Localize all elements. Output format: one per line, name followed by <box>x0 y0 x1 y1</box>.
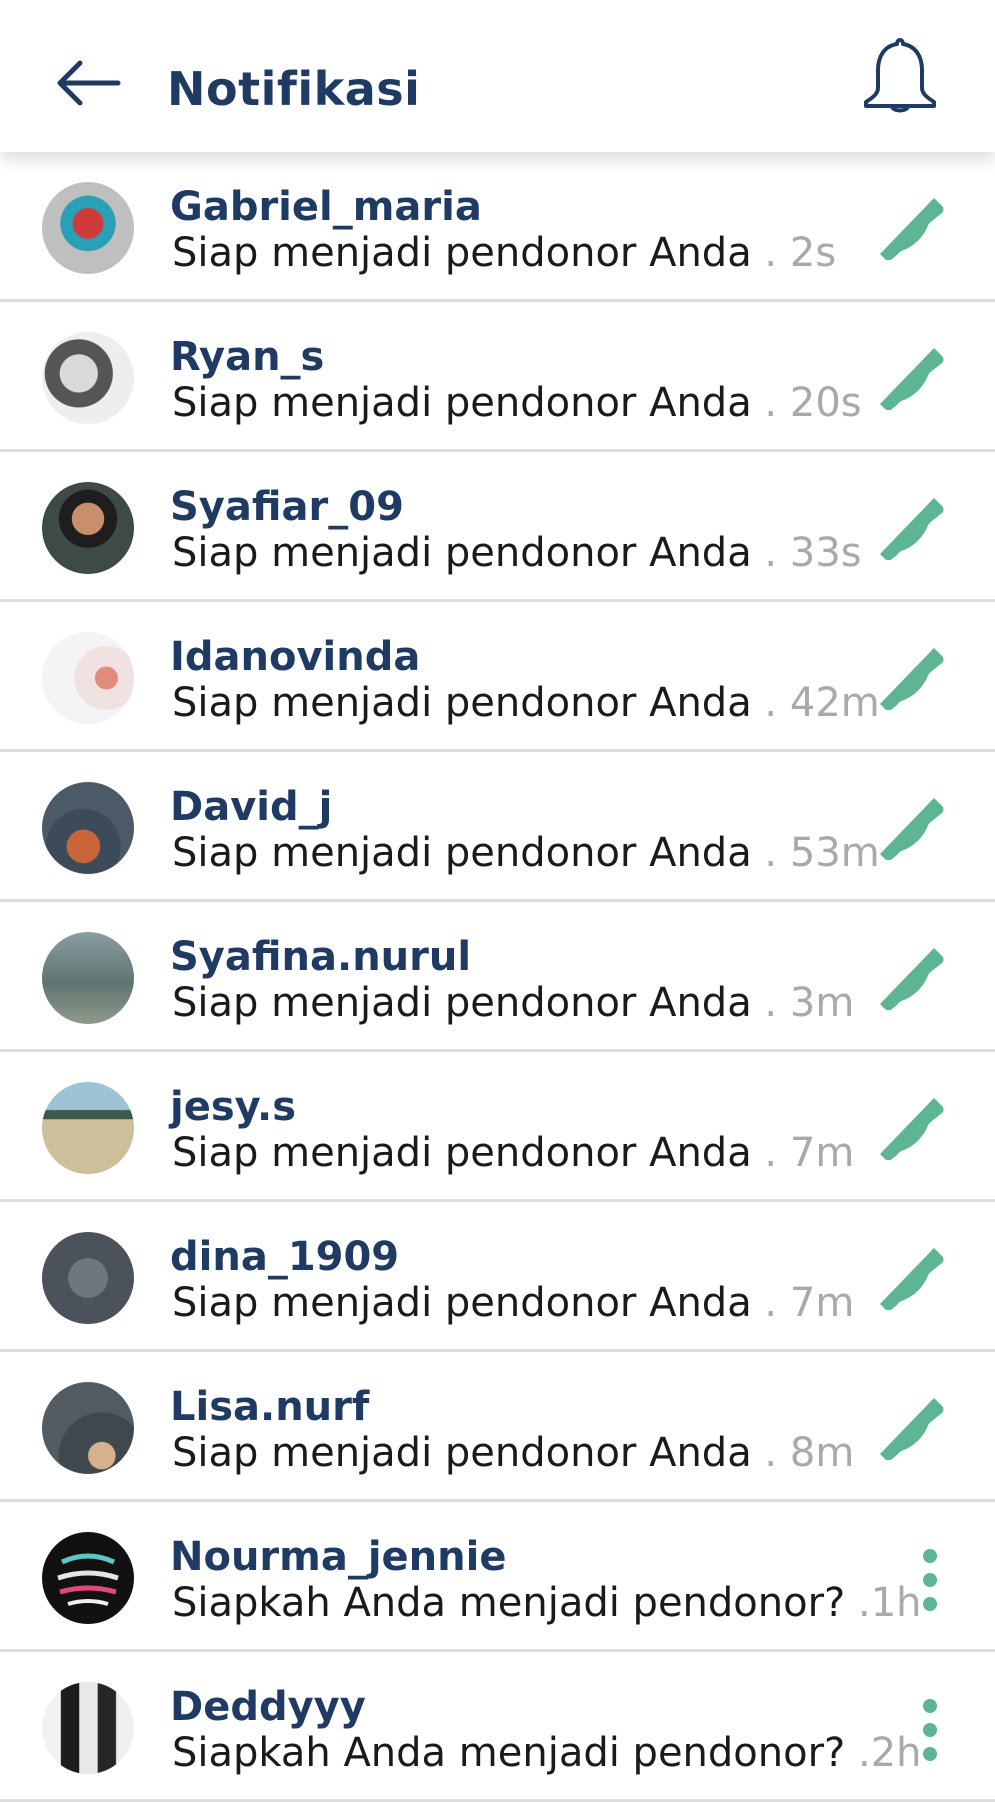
notification-message: Siap menjadi pendonor Anda . 7m <box>172 1130 855 1176</box>
notification-message: Siapkah Anda menjadi pendonor? .2h <box>172 1730 922 1776</box>
avatar <box>42 932 134 1024</box>
phone-icon <box>880 648 944 711</box>
call-button[interactable] <box>878 644 944 711</box>
notification-list: Gabriel_maria Siap menjadi pendonor Anda… <box>0 152 995 1802</box>
sender-name: Idanovinda <box>170 634 421 680</box>
avatar <box>42 332 134 424</box>
avatar <box>42 1532 134 1624</box>
avatar <box>42 632 134 724</box>
sender-name: Gabriel_maria <box>170 184 482 230</box>
phone-icon <box>880 798 944 861</box>
more-options-button[interactable] <box>910 1696 950 1768</box>
phone-icon <box>880 1098 944 1161</box>
timestamp: . 42m <box>751 680 880 726</box>
more-vertical-icon <box>923 1549 937 1611</box>
sender-name: dina_1909 <box>170 1234 400 1280</box>
phone-icon <box>880 498 944 561</box>
avatar <box>42 782 134 874</box>
notification-message: Siap menjadi pendonor Anda . 7m <box>172 1280 855 1326</box>
notification-message: Siap menjadi pendonor Anda . 33s <box>172 530 862 576</box>
notification-bell-button[interactable] <box>862 36 938 114</box>
notification-item[interactable]: jesy.s Siap menjadi pendonor Anda . 7m <box>0 1052 995 1202</box>
notification-item[interactable]: Deddyyy Siapkah Anda menjadi pendonor? .… <box>0 1652 995 1802</box>
notification-message: Siap menjadi pendonor Anda . 42m <box>172 680 880 726</box>
more-vertical-icon <box>923 1699 937 1761</box>
call-button[interactable] <box>878 1094 944 1161</box>
notification-item[interactable]: David_j Siap menjadi pendonor Anda . 53m <box>0 752 995 902</box>
phone-icon <box>880 1398 944 1461</box>
notification-message: Siap menjadi pendonor Anda . 2s <box>172 230 837 276</box>
notification-item[interactable]: Idanovinda Siap menjadi pendonor Anda . … <box>0 602 995 752</box>
notification-message: Siap menjadi pendonor Anda . 20s <box>172 380 862 426</box>
notification-item[interactable]: Gabriel_maria Siap menjadi pendonor Anda… <box>0 152 995 302</box>
call-button[interactable] <box>878 344 944 411</box>
phone-icon <box>880 348 944 411</box>
avatar-artwork <box>57 1553 119 1606</box>
timestamp: . 3m <box>751 980 855 1026</box>
timestamp: . 7m <box>751 1130 855 1176</box>
avatar <box>42 1232 134 1324</box>
avatar <box>42 1082 134 1174</box>
avatar <box>42 1382 134 1474</box>
notification-message: Siap menjadi pendonor Anda . 53m <box>172 830 880 876</box>
phone-icon <box>880 948 944 1011</box>
sender-name: Syafina.nurul <box>170 934 472 980</box>
call-button[interactable] <box>878 944 944 1011</box>
timestamp: . 20s <box>751 380 862 426</box>
sender-name: Nourma_jennie <box>170 1534 507 1580</box>
sender-name: Syafiar_09 <box>170 484 404 530</box>
sender-name: Deddyyy <box>170 1684 366 1730</box>
page-title: Notifikasi <box>167 62 421 116</box>
notification-item[interactable]: Nourma_jennie Siapkah Anda menjadi pendo… <box>0 1502 995 1652</box>
avatar <box>42 482 134 574</box>
timestamp: . 7m <box>751 1280 855 1326</box>
avatar <box>42 182 134 274</box>
timestamp: . 53m <box>751 830 880 876</box>
call-button[interactable] <box>878 494 944 561</box>
sender-name: David_j <box>170 784 333 830</box>
notifications-screen: Notifikasi Gabriel_maria Siap menjadi pe… <box>0 0 995 1802</box>
timestamp: . 33s <box>751 530 862 576</box>
notification-item[interactable]: Lisa.nurf Siap menjadi pendonor Anda . 8… <box>0 1352 995 1502</box>
notification-item[interactable]: Syafina.nurul Siap menjadi pendonor Anda… <box>0 902 995 1052</box>
sender-name: Lisa.nurf <box>170 1384 370 1430</box>
phone-icon <box>880 198 944 261</box>
avatar <box>42 1682 134 1774</box>
call-button[interactable] <box>878 1394 944 1461</box>
call-button[interactable] <box>878 794 944 861</box>
bell-icon <box>864 38 936 113</box>
call-button[interactable] <box>878 1244 944 1311</box>
notification-item[interactable]: Syafiar_09 Siap menjadi pendonor Anda . … <box>0 452 995 602</box>
phone-icon <box>880 1248 944 1311</box>
call-button[interactable] <box>878 194 944 261</box>
arrow-left-icon <box>57 60 121 106</box>
notification-message: Siap menjadi pendonor Anda . 8m <box>172 1430 855 1476</box>
notification-item[interactable]: Ryan_s Siap menjadi pendonor Anda . 20s <box>0 302 995 452</box>
more-options-button[interactable] <box>910 1546 950 1618</box>
notification-item[interactable]: dina_1909 Siap menjadi pendonor Anda . 7… <box>0 1202 995 1352</box>
notification-message: Siap menjadi pendonor Anda . 3m <box>172 980 855 1026</box>
back-button[interactable] <box>56 58 126 108</box>
app-header: Notifikasi <box>0 0 995 152</box>
notification-message: Siapkah Anda menjadi pendonor? .1h <box>172 1580 922 1626</box>
timestamp: . 2s <box>751 230 837 276</box>
sender-name: Ryan_s <box>170 334 325 380</box>
sender-name: jesy.s <box>170 1084 297 1130</box>
timestamp: . 8m <box>751 1430 855 1476</box>
